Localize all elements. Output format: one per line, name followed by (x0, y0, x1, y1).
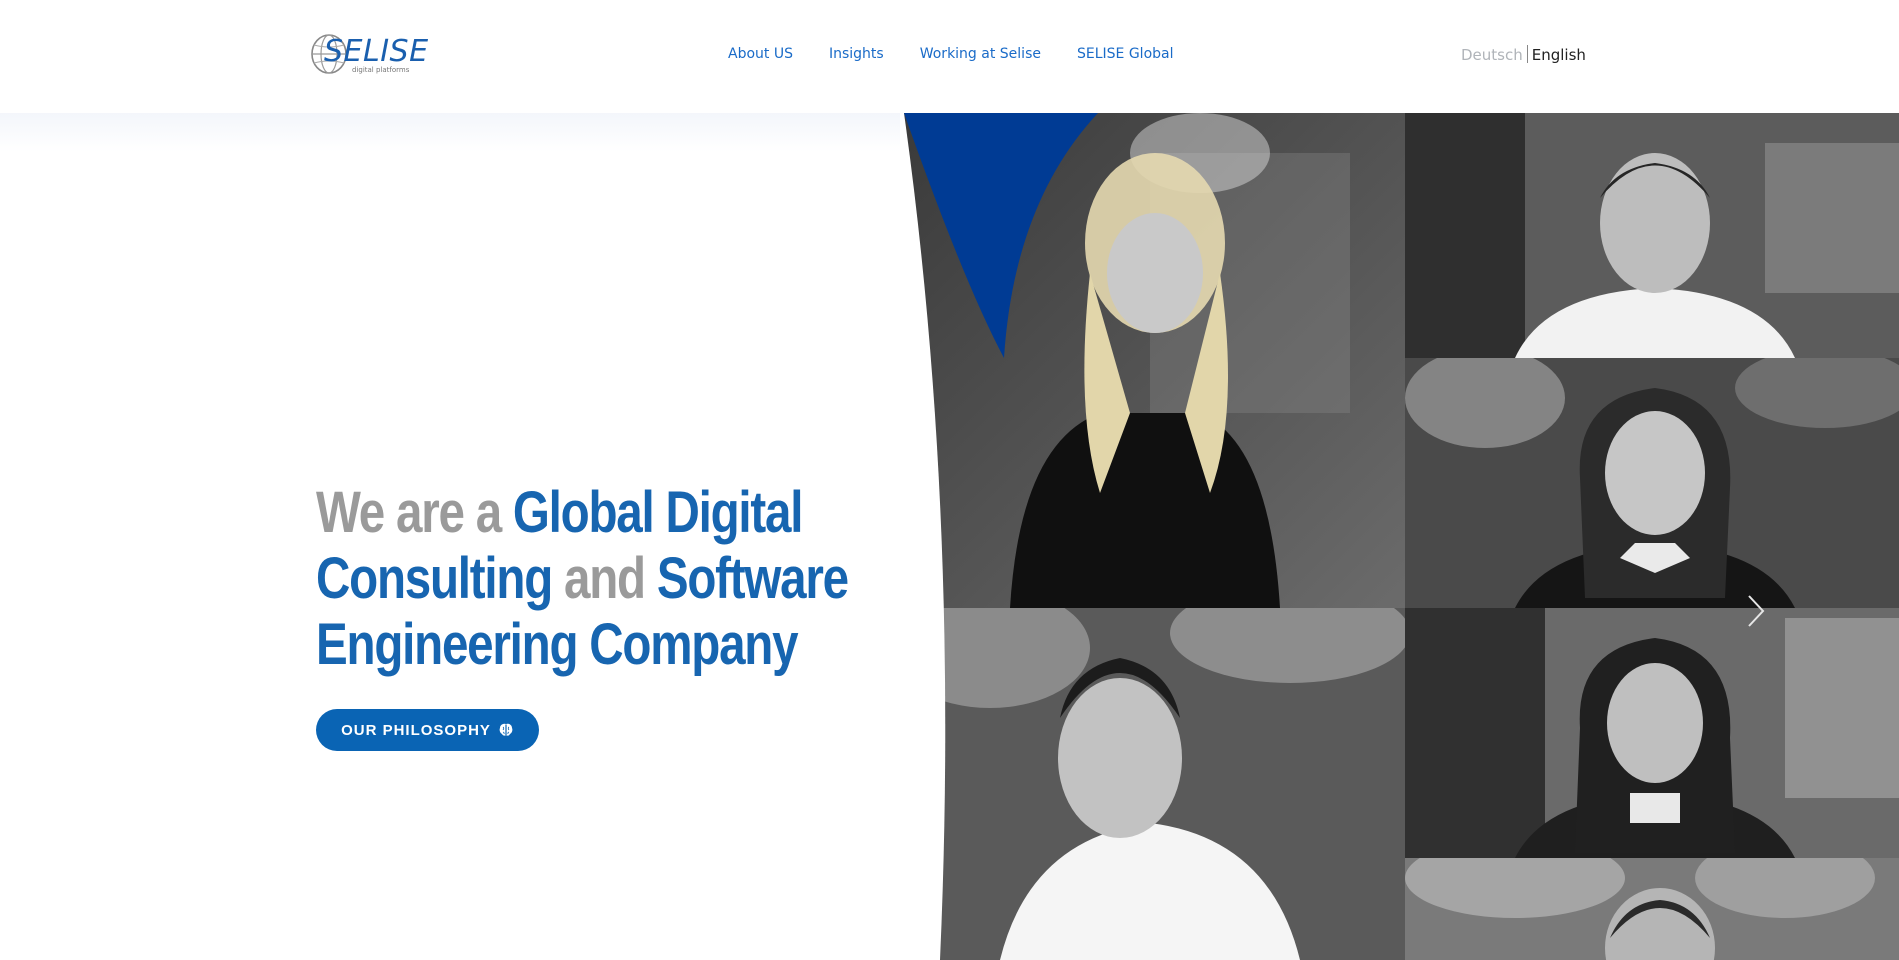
brand-wedge (904, 113, 1098, 358)
logo-wordmark: SELISE (324, 34, 429, 69)
team-photo-6 (1405, 858, 1899, 960)
hero-section: We are a Global Digital Consulting and So… (316, 480, 876, 678)
headline-we-are-a: We are a (316, 480, 513, 545)
nav-item-insights[interactable]: Insights (829, 46, 884, 62)
headline-engineering-company: Engineering Company (316, 612, 799, 677)
team-photo-3 (1405, 358, 1899, 608)
headline-software: Software (656, 546, 849, 611)
headline-and: and (552, 546, 657, 611)
headline-consulting: Consulting (316, 546, 553, 611)
site-header: SELISE digital platforms About US Insigh… (0, 0, 1899, 113)
brain-icon (499, 723, 513, 736)
lang-deutsch[interactable]: Deutsch (1461, 46, 1523, 64)
lang-english[interactable]: English (1532, 46, 1586, 64)
hero-headline: We are a Global Digital Consulting and So… (316, 480, 882, 678)
main-nav: About US Insights Working at Selise SELI… (728, 46, 1210, 62)
lang-divider (1526, 45, 1528, 63)
nav-item-working-at-selise[interactable]: Working at Selise (920, 46, 1041, 62)
our-philosophy-button[interactable]: OUR PHILOSOPHY (316, 709, 539, 751)
our-philosophy-label: OUR PHILOSOPHY (341, 721, 491, 739)
team-photo-2 (1405, 113, 1899, 358)
logo-tagline: digital platforms (352, 66, 410, 74)
nav-item-about-us[interactable]: About US (728, 46, 793, 62)
language-switcher: Deutsch English (1461, 45, 1586, 64)
chevron-right-icon[interactable] (1744, 593, 1768, 629)
selise-logo[interactable]: SELISE digital platforms (310, 30, 428, 78)
headline-global-digital: Global Digital (512, 480, 804, 545)
nav-item-selise-global[interactable]: SELISE Global (1077, 46, 1174, 62)
team-photo-5 (1405, 608, 1899, 858)
